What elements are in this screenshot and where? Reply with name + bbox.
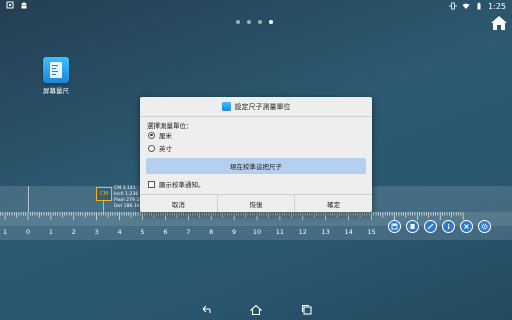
clock: 1:25 — [488, 1, 506, 11]
ruler-tick-label: 3 — [94, 228, 99, 236]
ruler-app-icon — [221, 102, 231, 111]
restore-button[interactable]: 恢復 — [218, 195, 296, 212]
ruler-tick-label: 9 — [232, 228, 237, 236]
info-icon[interactable] — [442, 220, 455, 233]
ok-button[interactable]: 確定 — [295, 195, 372, 212]
page-dot[interactable] — [258, 20, 262, 24]
page-dot-active[interactable] — [269, 20, 273, 24]
notify-checkbox[interactable] — [148, 180, 155, 188]
vibrate-icon — [449, 2, 457, 10]
page-dot[interactable] — [247, 20, 251, 24]
ruler-tick-label: 2 — [71, 228, 76, 236]
ruler-tick-label: 7 — [186, 228, 191, 236]
notify-checkbox-row[interactable]: 顯示校準通知。 — [148, 179, 205, 189]
radio-label: 厘米 — [159, 132, 172, 140]
unit-prompt: 選擇測量單位： — [147, 122, 193, 130]
radio-option-inch[interactable]: 英寸 — [148, 143, 172, 153]
close-icon[interactable] — [460, 220, 473, 233]
status-bar: 1:25 — [0, 0, 512, 12]
unit-settings-dialog: 設定尺子測量單位 選擇測量單位： 厘米 英寸 現在校準這把尺子 顯示校準通知。 … — [140, 97, 372, 212]
battery-icon — [477, 2, 481, 10]
wifi-icon — [462, 3, 470, 9]
ruler-tick-label: 6 — [163, 228, 168, 236]
radio-label: 英寸 — [159, 145, 172, 153]
back-icon[interactable] — [200, 304, 212, 316]
ruler-tick-label: 11 — [275, 228, 285, 236]
measurement-readout: CM 3.141 Inch 1.236 Pixel 279.25 Dot 186.16 — [114, 186, 143, 209]
screenshot-icon — [6, 1, 14, 9]
checkbox-label: 顯示校準通知。 — [159, 181, 205, 189]
ruler-tick-label: 5 — [140, 228, 145, 236]
ruler-tick-label: 12 — [298, 228, 307, 236]
ruler-tick-label: 15 — [367, 228, 376, 236]
android-icon — [21, 2, 27, 9]
settings-icon[interactable] — [478, 220, 491, 233]
navigation-bar — [0, 300, 512, 320]
home-icon[interactable] — [490, 14, 508, 32]
recents-icon[interactable] — [301, 304, 313, 316]
ruler-tick-label: 1 — [3, 228, 8, 236]
divider — [140, 116, 372, 117]
ruler-app-icon[interactable] — [43, 57, 69, 83]
copy-icon[interactable] — [406, 220, 419, 233]
ruler-tick-label: 1 — [48, 228, 53, 236]
home-icon[interactable] — [250, 304, 262, 316]
brush-icon[interactable] — [424, 220, 437, 233]
ruler-tick-label: 8 — [209, 228, 214, 236]
ruler-tick-label: 4 — [117, 228, 122, 236]
ruler-tick-label: 10 — [252, 228, 262, 236]
ruler-tick-label: 0 — [25, 228, 31, 236]
ruler-toolbar — [388, 220, 491, 233]
ruler-tick-label: 14 — [344, 228, 353, 236]
unit-marker[interactable]: CM — [96, 187, 112, 201]
measure-line — [103, 200, 104, 212]
dialog-button-bar: 取消 恢復 確定 — [140, 195, 372, 212]
save-icon[interactable] — [388, 220, 401, 233]
dialog-title-text: 設定尺子測量單位 — [234, 102, 291, 111]
app-label[interactable]: 屏幕量尺 — [37, 85, 75, 95]
calibrate-button[interactable]: 現在校準這把尺子 — [146, 158, 366, 174]
zero-marker-line — [28, 186, 29, 212]
cancel-button[interactable]: 取消 — [140, 195, 218, 212]
dialog-title: 設定尺子測量單位 — [140, 97, 372, 116]
radio-option-cm[interactable]: 厘米 — [148, 130, 172, 140]
radio-button-selected[interactable] — [148, 131, 155, 139]
ruler-tick-label: 13 — [321, 228, 330, 236]
page-indicator — [236, 20, 273, 24]
radio-button[interactable] — [148, 144, 155, 152]
page-dot[interactable] — [236, 20, 240, 24]
